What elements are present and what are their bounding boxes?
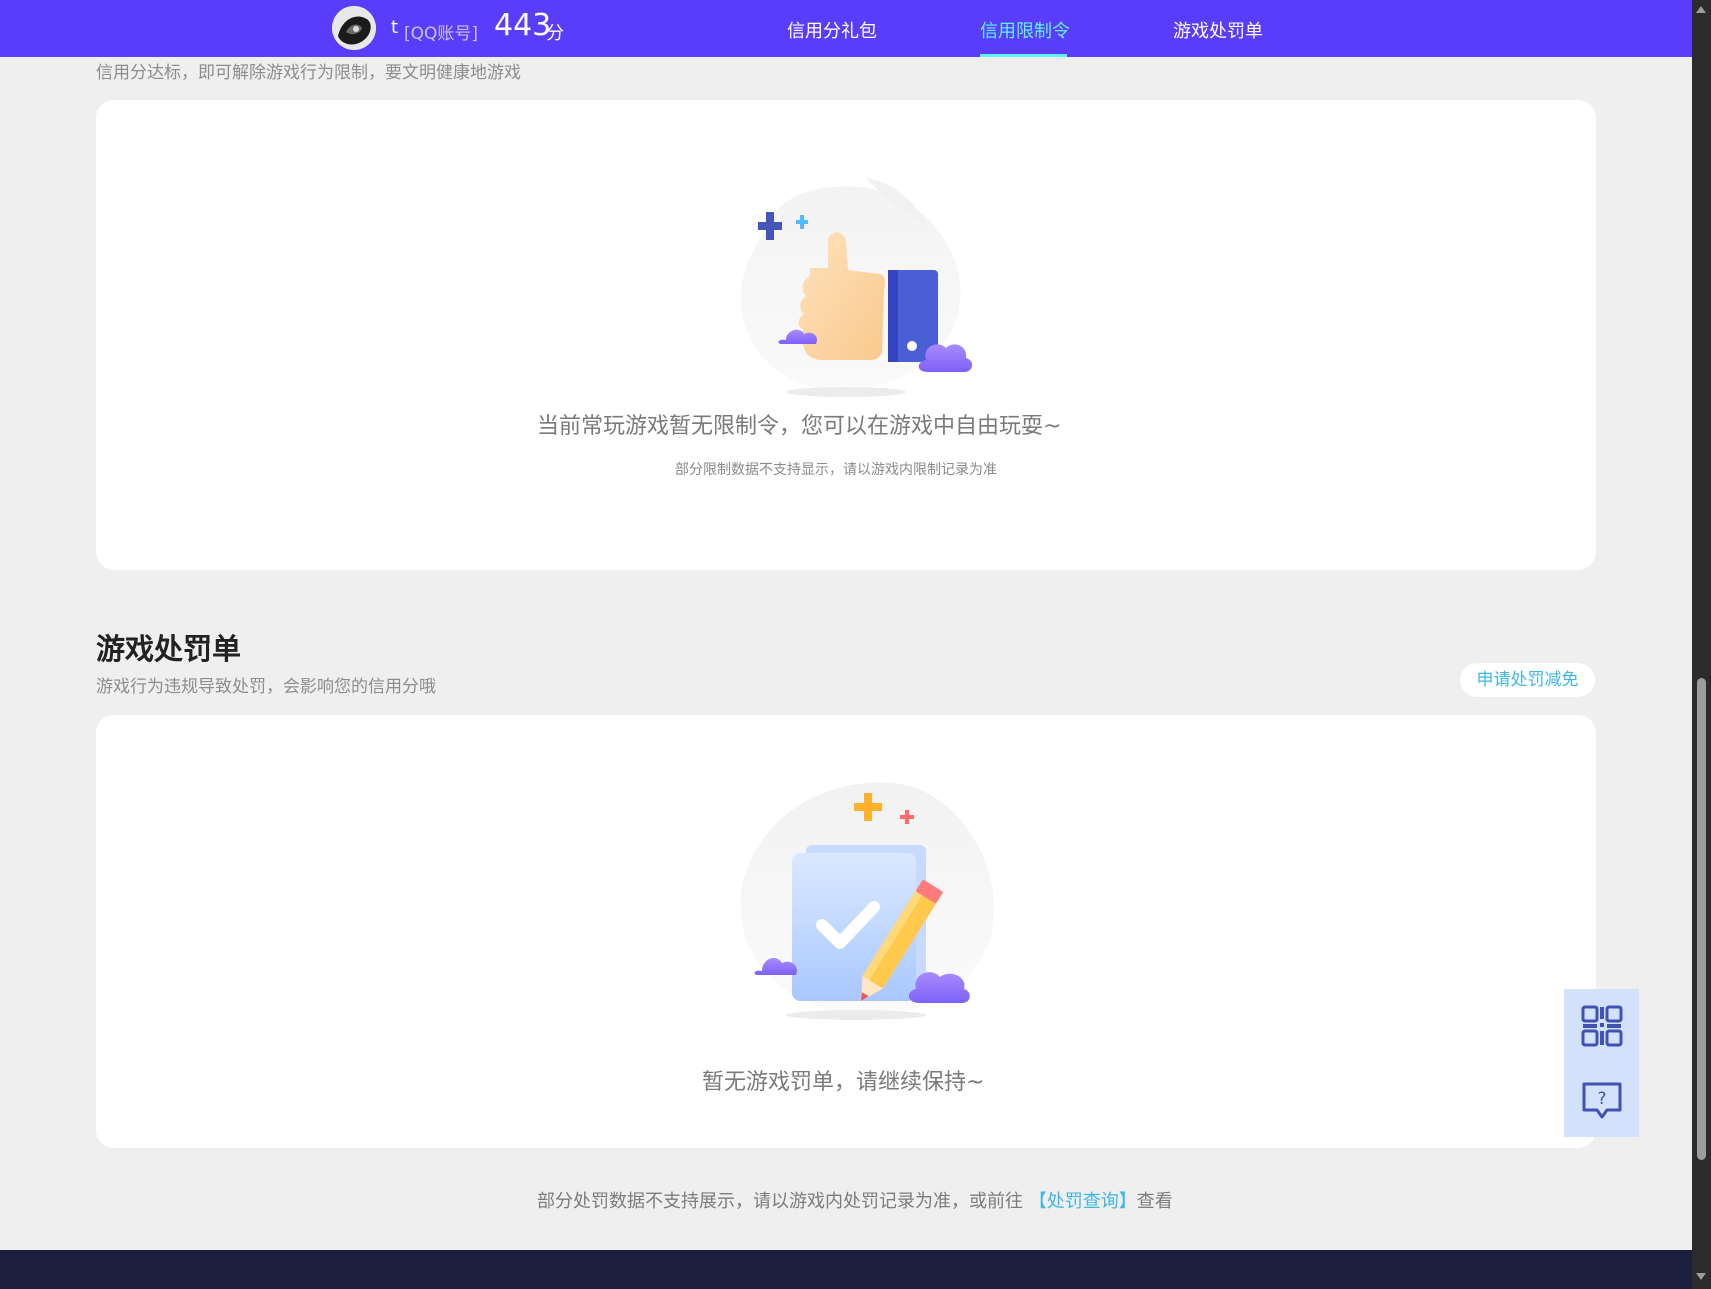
tab-credit-gift[interactable]: 信用分礼包 xyxy=(787,17,877,43)
scroll-down-icon[interactable] xyxy=(1696,1273,1706,1280)
page-scrollbar[interactable] xyxy=(1692,0,1711,1289)
qr-code-button[interactable] xyxy=(1564,989,1639,1063)
penalty-subtitle: 游戏行为违规导致处罚，会影响您的信用分哦 xyxy=(96,677,436,697)
credit-score: 443 xyxy=(494,8,552,43)
thumbs-up-illustration xyxy=(740,178,972,397)
help-chat-icon: ? xyxy=(1582,1082,1622,1119)
bottom-bar xyxy=(0,1250,1692,1289)
top-nav: t [QQ账号] 443 分 信用分礼包 信用限制令 游戏处罚单 xyxy=(0,0,1692,57)
restriction-card: 当前常玩游戏暂无限制令，您可以在游戏中自由玩耍~ 部分限制数据不支持显示，请以游… xyxy=(96,100,1596,570)
restriction-subtitle: 信用分达标，即可解除游戏行为限制，要文明健康地游戏 xyxy=(96,63,521,83)
penalty-query-link[interactable]: 【处罚查询】 xyxy=(1029,1191,1137,1212)
footer-note: 部分处罚数据不支持展示，请以游戏内处罚记录为准，或前往 【处罚查询】查看 xyxy=(537,1187,1173,1213)
avatar[interactable] xyxy=(332,6,376,50)
no-penalty-message: 暂无游戏罚单，请继续保持~ xyxy=(702,1070,985,1095)
apply-penalty-reduction-button[interactable]: 申请处罚减免 xyxy=(1460,663,1595,697)
restriction-data-note: 部分限制数据不支持显示，请以游戏内限制记录为准 xyxy=(675,462,997,478)
help-button[interactable]: ? xyxy=(1564,1063,1639,1137)
footer-note-suffix: 查看 xyxy=(1136,1191,1173,1212)
scroll-up-icon[interactable] xyxy=(1696,6,1706,13)
tab-credit-restriction[interactable]: 信用限制令 xyxy=(980,17,1070,43)
active-tab-indicator xyxy=(980,54,1067,57)
no-restriction-message: 当前常玩游戏暂无限制令，您可以在游戏中自由玩耍~ xyxy=(537,414,1062,439)
footer-note-text: 部分处罚数据不支持展示，请以游戏内处罚记录为准，或前往 xyxy=(537,1191,1023,1212)
svg-text:?: ? xyxy=(1597,1089,1606,1109)
account-type-label: [QQ账号] xyxy=(404,24,479,44)
qr-code-icon xyxy=(1581,1005,1623,1047)
penalty-card: 暂无游戏罚单，请继续保持~ ? xyxy=(96,715,1639,1148)
credit-score-unit: 分 xyxy=(546,23,564,44)
penalty-section-title: 游戏处罚单 xyxy=(96,632,242,666)
scrollbar-thumb[interactable] xyxy=(1697,678,1706,1160)
checklist-pencil-illustration xyxy=(740,782,995,1020)
user-name: t xyxy=(391,17,399,38)
tab-game-penalty[interactable]: 游戏处罚单 xyxy=(1173,17,1263,43)
